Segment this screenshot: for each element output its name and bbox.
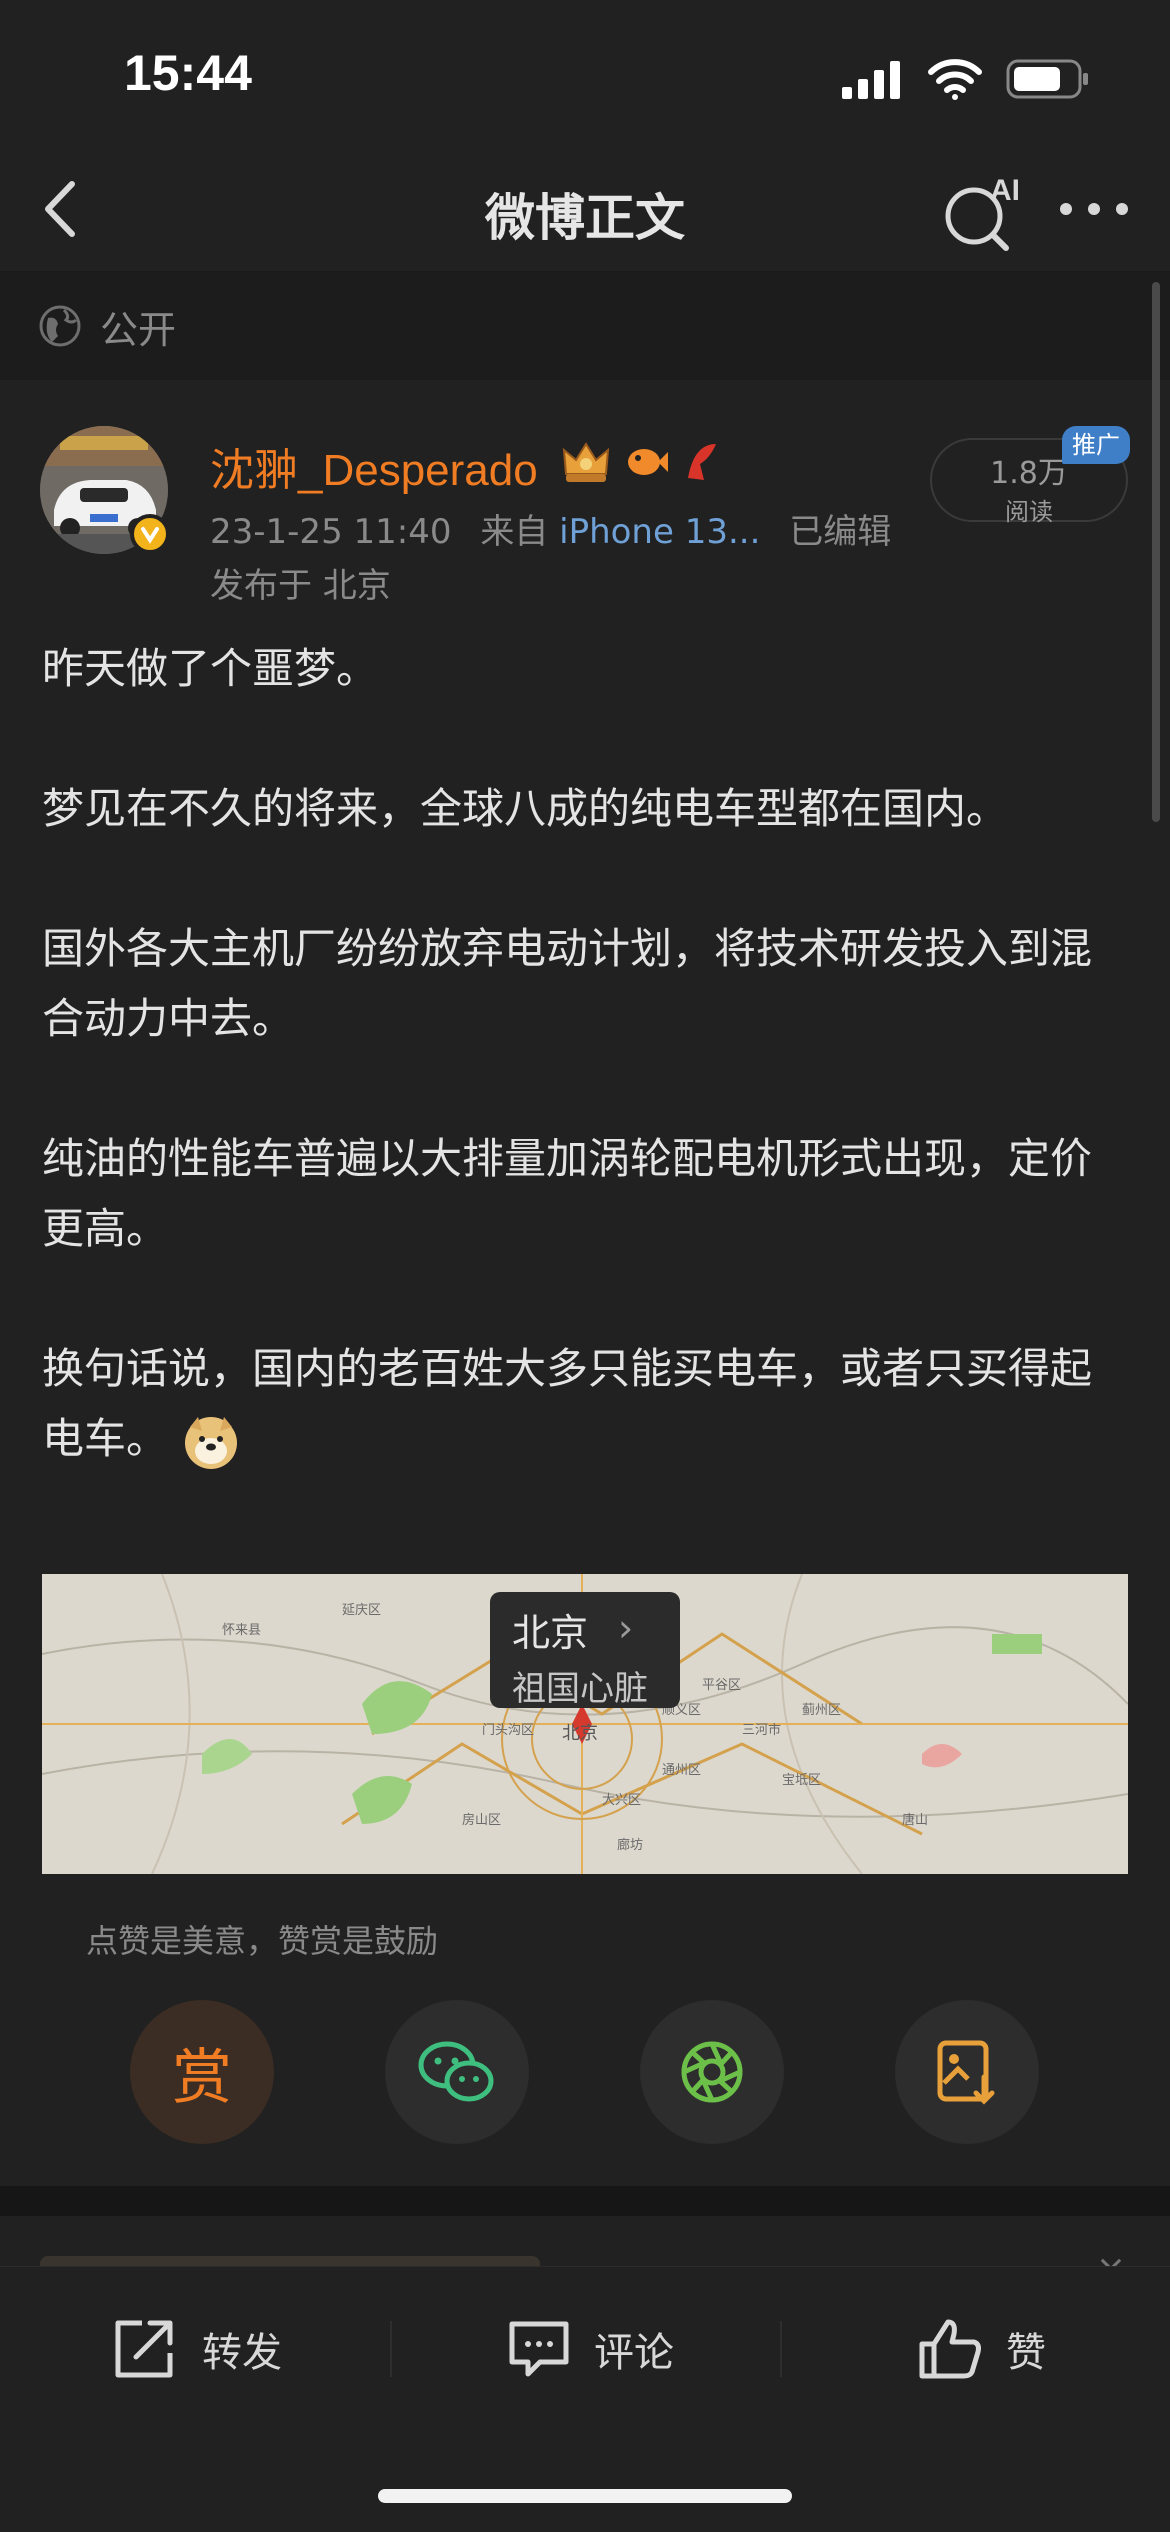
- status-time: 15:44: [124, 45, 252, 101]
- toolbar-divider: [390, 2321, 392, 2377]
- status-bar: 15:44: [0, 0, 1170, 150]
- edited-label[interactable]: 已编辑: [789, 512, 891, 552]
- signal-icon: [842, 61, 900, 99]
- more-icon[interactable]: [1054, 184, 1134, 234]
- crown-medal-icon: [562, 442, 610, 482]
- map-label: 大兴区: [602, 1793, 641, 1808]
- map-label: 怀来县: [222, 1623, 261, 1638]
- fish-medal-icon: [628, 449, 668, 475]
- section-divider: [0, 2186, 1170, 2216]
- map-label: 唐山: [902, 1812, 928, 1828]
- reward-button[interactable]: 赏: [130, 2000, 274, 2144]
- map-label: 宝坻区: [782, 1772, 821, 1788]
- ai-search-icon[interactable]: AI: [938, 170, 1028, 254]
- ribbon-medal-icon: [688, 444, 716, 480]
- doge-emoji-icon: [185, 1416, 238, 1469]
- promo-tag[interactable]: 推广: [1062, 426, 1130, 464]
- post-location: 发布于 北京: [210, 566, 391, 606]
- chevron-right-icon: ›: [618, 1606, 634, 1650]
- post-paragraph: 昨天做了个噩梦。: [42, 644, 379, 693]
- map-label: 三河市: [742, 1722, 781, 1738]
- repost-button[interactable]: 转发: [112, 2309, 282, 2389]
- repost-icon: [115, 2320, 173, 2378]
- comment-icon: [509, 2321, 569, 2377]
- post-paragraph-last: 换句话说，国内的老百姓大多只能买电车，或者只买得起电车。: [42, 1334, 1132, 1474]
- reward-hint: 点赞是美意，赞赏是鼓励: [86, 1922, 439, 1960]
- map-label: 通州区: [662, 1763, 701, 1778]
- reward-icon: 赏: [172, 2042, 232, 2113]
- save-image-icon: [937, 2040, 995, 2105]
- comment-button[interactable]: 评论: [506, 2309, 674, 2389]
- share-row: 赏: [0, 2000, 1170, 2150]
- post-paragraph: 国外各大主机厂纷纷放弃电动计划，将技术研发投入到混合动力中去。: [42, 924, 1093, 1043]
- moments-icon: [681, 2041, 743, 2103]
- map-label: 北京: [562, 1723, 598, 1744]
- globe-icon: [39, 305, 81, 347]
- status-icons: [842, 58, 1090, 100]
- nav-bar: 微博正文 AI: [0, 150, 1170, 272]
- wechat-share-button[interactable]: [385, 2000, 529, 2144]
- post-meta: 23-1-25 11:40 来自 iPhone 13... 已编辑: [210, 504, 891, 553]
- moments-share-button[interactable]: [640, 2000, 784, 2144]
- wechat-icon: [418, 2041, 494, 2102]
- visibility-label: 公开: [100, 307, 177, 352]
- map-label: 蓟州区: [802, 1703, 841, 1718]
- home-indicator[interactable]: [378, 2489, 792, 2503]
- like-label: 赞: [1006, 2330, 1046, 2376]
- comment-label: 评论: [594, 2330, 674, 2376]
- post-paragraph: 梦见在不久的将来，全球八成的纯电车型都在国内。: [42, 784, 1009, 833]
- map-label: 廊坊: [617, 1837, 643, 1853]
- battery-icon: [1006, 59, 1088, 99]
- wifi-icon: [928, 59, 982, 100]
- map-label: 平谷区: [702, 1678, 741, 1693]
- save-image-button[interactable]: [895, 2000, 1039, 2144]
- like-button[interactable]: 赞: [916, 2309, 1046, 2389]
- verified-badge-icon: [130, 514, 170, 554]
- map-location-popup[interactable]: 北京 祖国心脏 ›: [490, 1592, 680, 1709]
- scrollbar[interactable]: [1152, 282, 1160, 822]
- map-label: 门头沟区: [482, 1723, 534, 1738]
- device-link[interactable]: iPhone 13...: [559, 512, 760, 552]
- post-body: 昨天做了个噩梦。 梦见在不久的将来，全球八成的纯电车型都在国内。 国外各大主机厂…: [42, 634, 1132, 1474]
- ai-badge-text: AI: [990, 174, 1020, 207]
- source-prefix: 来自: [480, 512, 549, 552]
- visibility-row: 公开: [0, 272, 1170, 380]
- post-paragraph: 纯油的性能车普遍以大排量加涡轮配电机形式出现，定价更高。: [42, 1134, 1093, 1253]
- read-label: 阅读: [1005, 498, 1053, 526]
- user-medals[interactable]: [560, 438, 724, 486]
- toolbar-divider: [780, 2321, 782, 2377]
- post-timestamp: 23-1-25 11:40: [210, 512, 452, 552]
- map-label: 延庆区: [342, 1603, 381, 1618]
- map-label: 房山区: [462, 1812, 501, 1828]
- thumbs-up-icon: [919, 2319, 981, 2379]
- username[interactable]: 沈翀_Desperado: [210, 434, 538, 498]
- map-popup-description: 祖国心脏: [512, 1669, 648, 1709]
- repost-label: 转发: [202, 2330, 282, 2376]
- map-popup-city: 北京: [512, 1611, 589, 1655]
- next-recommendation-card[interactable]: ×: [0, 2216, 1170, 2289]
